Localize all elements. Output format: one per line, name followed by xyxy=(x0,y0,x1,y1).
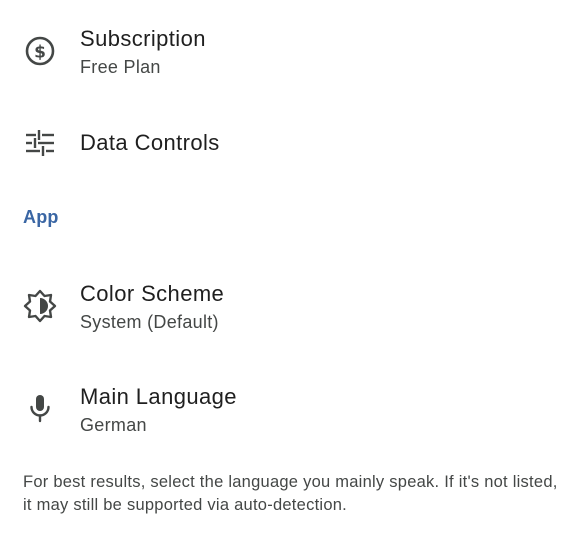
dollar-circle-icon: $ xyxy=(22,33,58,69)
color-scheme-row[interactable]: Color Scheme System (Default) xyxy=(0,265,577,345)
svg-text:$: $ xyxy=(34,43,46,63)
subscription-title: Subscription xyxy=(80,26,206,51)
microphone-icon xyxy=(22,390,58,426)
main-language-title: Main Language xyxy=(80,384,237,409)
color-scheme-value: System (Default) xyxy=(80,312,219,332)
subscription-row[interactable]: $ Subscription Free Plan xyxy=(0,10,577,90)
sliders-icon xyxy=(22,125,58,161)
color-scheme-title: Color Scheme xyxy=(80,281,225,306)
language-help-text: For best results, select the language yo… xyxy=(23,473,558,514)
brightness-icon xyxy=(22,288,58,324)
subscription-plan: Free Plan xyxy=(80,57,161,77)
main-language-row[interactable]: Main Language German xyxy=(0,368,577,448)
data-controls-title: Data Controls xyxy=(80,130,220,155)
data-controls-row[interactable]: Data Controls xyxy=(0,110,577,180)
main-language-value: German xyxy=(80,415,147,435)
app-section-header: App xyxy=(23,207,59,227)
